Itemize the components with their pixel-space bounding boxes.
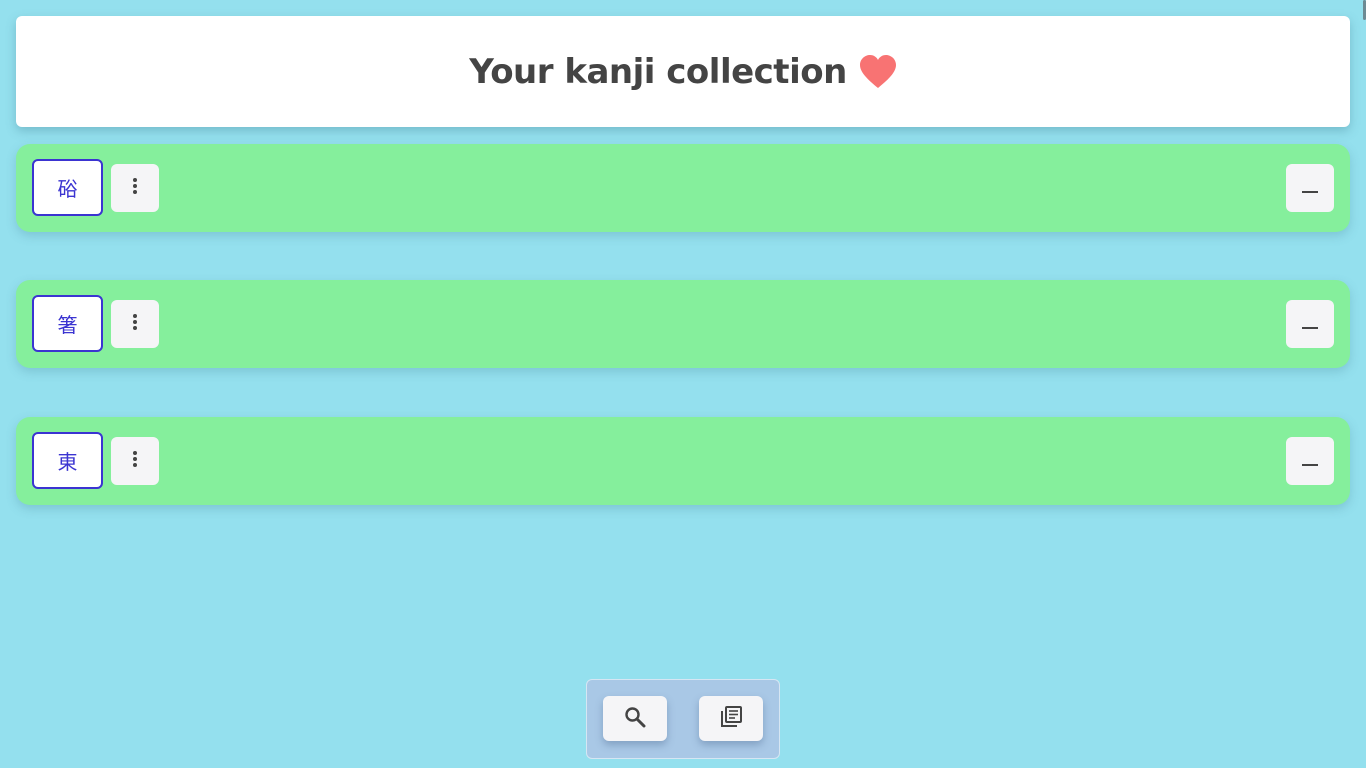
more-vertical-icon bbox=[132, 177, 138, 199]
remove-kanji-button[interactable] bbox=[1286, 300, 1334, 348]
kanji-row: 硲 bbox=[16, 144, 1350, 232]
kanji-tile[interactable]: 箸 bbox=[32, 295, 103, 352]
kanji-menu-button[interactable] bbox=[111, 164, 159, 212]
page-title: Your kanji collection bbox=[469, 51, 847, 92]
collection-button[interactable] bbox=[699, 696, 763, 741]
minus-icon bbox=[1302, 452, 1318, 471]
kanji-tile[interactable]: 東 bbox=[32, 432, 103, 489]
heart-icon bbox=[859, 54, 897, 89]
search-button[interactable] bbox=[603, 696, 667, 741]
more-vertical-icon bbox=[132, 313, 138, 335]
kanji-tile[interactable]: 硲 bbox=[32, 159, 103, 216]
kanji-row: 東 bbox=[16, 417, 1350, 505]
search-icon bbox=[624, 706, 646, 732]
library-books-icon bbox=[720, 705, 742, 732]
remove-kanji-button[interactable] bbox=[1286, 437, 1334, 485]
more-vertical-icon bbox=[132, 450, 138, 472]
kanji-row: 箸 bbox=[16, 280, 1350, 368]
header-card: Your kanji collection bbox=[16, 16, 1350, 127]
bottom-toolbar bbox=[586, 679, 780, 759]
minus-icon bbox=[1302, 315, 1318, 334]
kanji-menu-button[interactable] bbox=[111, 437, 159, 485]
page: Your kanji collection 硲 箸 東 bbox=[0, 0, 1366, 768]
remove-kanji-button[interactable] bbox=[1286, 164, 1334, 212]
kanji-menu-button[interactable] bbox=[111, 300, 159, 348]
minus-icon bbox=[1302, 179, 1318, 198]
